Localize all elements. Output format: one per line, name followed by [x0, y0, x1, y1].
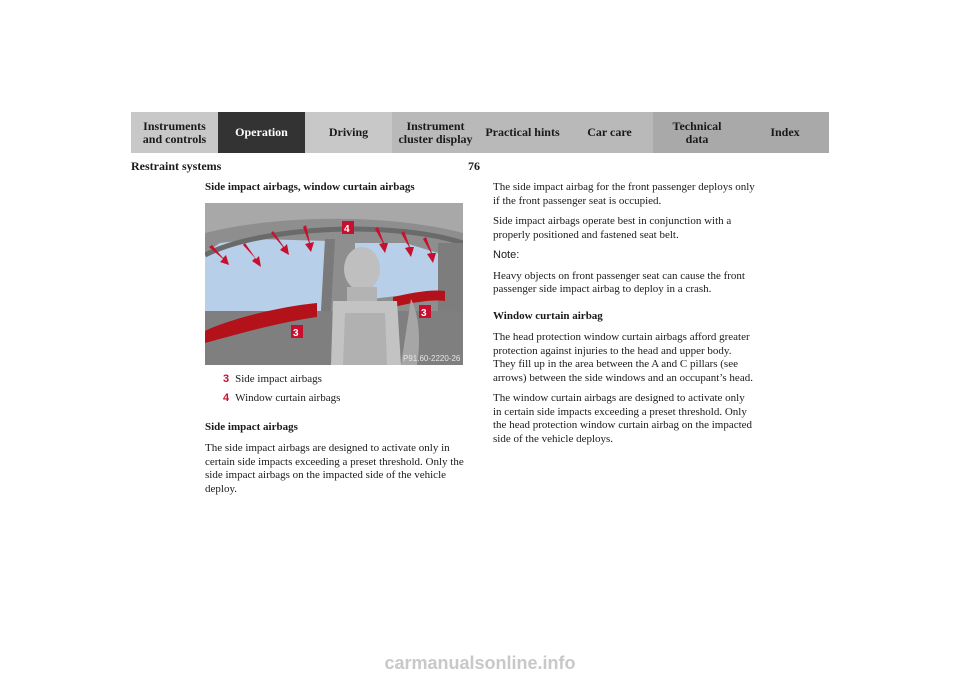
airbag-illustration: 4 3 3 P91.60-2220-26	[205, 202, 463, 365]
tab-practical-hints[interactable]: Practical hints	[479, 112, 566, 153]
passenger-paragraph: The side impact airbag for the front pas…	[493, 181, 755, 207]
tab-technical-data[interactable]: Technical data	[653, 112, 741, 153]
section-heading: Side impact airbags, window curtain airb…	[205, 181, 415, 193]
legend-item: 4 Window curtain airbags	[223, 392, 341, 404]
watermark: carmanualsonline.info	[384, 653, 576, 673]
section-title: Restraint systems	[131, 159, 222, 173]
tab-instrument-cluster-display[interactable]: Instrument cluster display	[392, 112, 479, 153]
sub-heading-window-curtain: Window curtain airbag	[493, 309, 603, 322]
sub-heading-side-airbags: Side impact airbags	[205, 420, 298, 433]
callout-4: 4	[344, 224, 350, 235]
section-nav: Instruments and controls Operation Drivi…	[131, 112, 829, 153]
side-airbags-paragraph: The side impact airbags are designed to …	[205, 442, 464, 495]
note-label: Note:	[493, 249, 520, 261]
page-number: 76	[468, 159, 480, 173]
car-interior-drawing: 4 3 3 P91.60-2220-26	[205, 202, 463, 365]
right-column: The side impact airbag for the front pas…	[493, 181, 755, 453]
tab-driving[interactable]: Driving	[305, 112, 392, 153]
tab-car-care[interactable]: Car care	[566, 112, 653, 153]
seat-belt-paragraph: Side impact airbags operate best in conj…	[493, 215, 732, 241]
left-column: Side impact airbags, window curtain airb…	[205, 181, 467, 503]
legend-item: 3 Side impact airbags	[223, 372, 322, 385]
tab-instruments-and-controls[interactable]: Instruments and controls	[131, 112, 218, 153]
tab-index[interactable]: Index	[741, 112, 829, 153]
tab-operation[interactable]: Operation	[218, 112, 305, 153]
curtain-paragraph-2: The window curtain airbags are designed …	[493, 392, 753, 445]
note-text: Heavy objects on front passenger seat ca…	[493, 269, 745, 296]
callout-3-rear: 3	[421, 308, 427, 319]
figure-legend: 3 Side impact airbags 4 Window curtain air…	[205, 373, 467, 406]
curtain-paragraph-1: The head protection window curtain airba…	[493, 331, 753, 384]
figure-code: P91.60-2220-26	[403, 354, 461, 363]
callout-3-front: 3	[293, 328, 299, 339]
